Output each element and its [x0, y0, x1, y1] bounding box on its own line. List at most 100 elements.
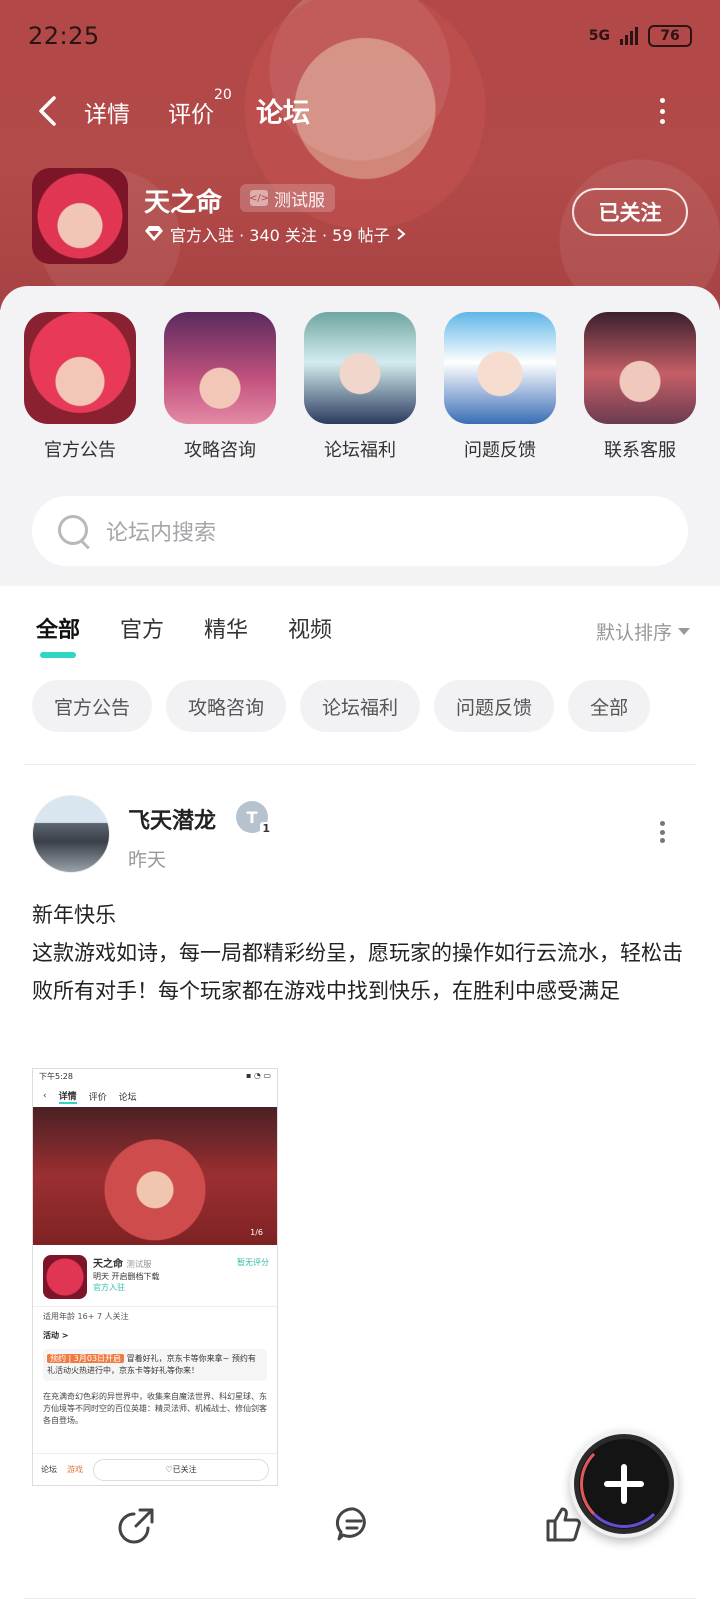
image-event-tag: 预约 | 3月03日开启 [47, 1354, 125, 1363]
shortcut-label: 官方公告 [44, 440, 116, 461]
shortcut-label: 攻略咨询 [184, 440, 256, 461]
create-post-fab[interactable] [570, 1430, 678, 1538]
forum-search-bar[interactable]: 论坛内搜索 [32, 496, 688, 566]
image-rate: 暂无评分 [237, 1258, 269, 1267]
shortcut-feedback[interactable]: 问题反馈 [444, 312, 556, 462]
test-server-label: 测试服 [274, 190, 325, 211]
image-tab: 详情 [58, 1089, 77, 1104]
image-foot-forum: 论坛 [41, 1465, 57, 1474]
user-level-badge: T1 [236, 801, 272, 835]
game-name: 天之命 [144, 188, 223, 218]
image-event-header: 活动 > [43, 1331, 69, 1340]
shortcut-support[interactable]: 联系客服 [584, 312, 696, 462]
reviews-count-badge: 20 [214, 87, 232, 103]
status-bar: 22:25 5G 76 [28, 18, 692, 54]
sort-label: 默认排序 [595, 622, 672, 644]
tab-reviews[interactable]: 评价 20 [168, 87, 232, 129]
tab-reviews-label: 评价 [168, 102, 214, 128]
more-vertical-icon[interactable] [658, 98, 666, 124]
image-game-sub: 明天 开启删档下载 官方入驻 [93, 1272, 160, 1292]
image-game-icon [43, 1255, 87, 1299]
shortcut-image [304, 312, 416, 424]
image-tab: 评价 [88, 1092, 107, 1103]
post-header: 飞天潜龙 T1 昨天 [32, 795, 688, 875]
divider [24, 764, 696, 765]
image-foot-game: 游戏 [67, 1465, 83, 1474]
shortcut-announcements[interactable]: 官方公告 [24, 312, 136, 462]
shortcut-image [444, 312, 556, 424]
shortcut-guides[interactable]: 攻略咨询 [164, 312, 276, 462]
tab-details[interactable]: 详情 [84, 95, 130, 129]
game-meta[interactable]: 官方入驻 · 340 关注 · 59 帖子 [144, 222, 406, 246]
shortcut-image [24, 312, 136, 424]
image-banner: 1/6 [33, 1107, 277, 1245]
network-label: 5G [588, 28, 610, 44]
tab-forum[interactable]: 论坛 [252, 91, 314, 130]
game-info: 天之命 </> 测试服 官方入驻 · 340 关注 · 59 帖子 已关注 [32, 168, 688, 268]
post-username[interactable]: 飞天潜龙 [128, 803, 216, 835]
image-tab: 论坛 [118, 1092, 137, 1103]
image-game-info: 天之命 测试服 明天 开启删档下载 官方入驻 暂无评分 [33, 1245, 277, 1307]
back-arrow-icon[interactable] [34, 94, 64, 128]
battery-icon: 76 [648, 25, 692, 47]
chip-benefits[interactable]: 论坛福利 [300, 680, 421, 732]
filter-tab-featured[interactable]: 精华 [204, 612, 248, 652]
chip-announcements[interactable]: 官方公告 [32, 680, 153, 732]
post-more-icon[interactable] [660, 821, 666, 843]
search-icon [56, 513, 92, 549]
image-event: 预约 | 3月03日开启 冒着好礼，京东卡等你来拿~ 预约有礼活动火热进行中，京… [43, 1349, 267, 1381]
post-image[interactable]: 下午5:28 ▪ ◔ ▭ ‹ 详情 评价 论坛 1/6 天之命 测试服 明天 开… [32, 1068, 278, 1486]
category-chips: 官方公告 攻略咨询 论坛福利 问题反馈 全部 [32, 680, 651, 732]
game-stats: 官方入驻 · 340 关注 · 59 帖子 [170, 226, 390, 245]
image-desc: 在充满奇幻色彩的异世界中，收集来自魔法世界、科幻星球、东方仙境等不同时空的百位英… [43, 1392, 267, 1425]
avatar[interactable] [32, 795, 110, 873]
sort-dropdown[interactable]: 默认排序 [596, 618, 690, 645]
search-input[interactable]: 论坛内搜索 [106, 515, 216, 547]
follow-button[interactable]: 已关注 [572, 188, 688, 236]
shortcut-image [164, 312, 276, 424]
image-follow: ♡ 已关注 [93, 1458, 269, 1481]
chip-all[interactable]: 全部 [568, 680, 651, 732]
image-status-icons: ▪ ◔ ▭ [245, 1071, 271, 1080]
shortcut-label: 联系客服 [604, 440, 676, 461]
shortcut-benefits[interactable]: 论坛福利 [304, 312, 416, 462]
chevron-right-icon [396, 228, 406, 240]
post-time: 昨天 [128, 849, 167, 871]
image-game-name: 天之命 测试服 [93, 1259, 152, 1270]
forum-shortcuts: 官方公告 攻略咨询 论坛福利 问题反馈 联系客服 [0, 312, 720, 462]
chip-guides[interactable]: 攻略咨询 [166, 680, 287, 732]
share-icon[interactable] [118, 1504, 158, 1544]
game-header-banner: 22:25 5G 76 详情 评价 20 论坛 天之命 </> 测试服 官方入驻… [0, 0, 720, 310]
chip-feedback[interactable]: 问题反馈 [434, 680, 555, 732]
code-tag-icon: </> [249, 190, 269, 206]
comment-icon[interactable] [334, 1504, 374, 1544]
filter-tab-all[interactable]: 全部 [36, 612, 80, 658]
signal-icon [620, 27, 638, 45]
image-status-time: 下午5:28 [39, 1072, 73, 1081]
game-icon[interactable] [32, 168, 128, 264]
caret-down-icon [678, 628, 690, 635]
post-content[interactable]: 新年快乐 这款游戏如诗，每一局都精彩纷呈，愿玩家的操作如行云流水，轻松击败所有对… [32, 896, 688, 1010]
status-indicators: 5G 76 [589, 25, 692, 47]
status-time: 22:25 [28, 22, 100, 50]
filter-tabs: 全部 官方 精华 视频 [36, 612, 332, 658]
top-nav: 详情 评价 20 论坛 [0, 87, 720, 134]
post-text: 这款游戏如诗，每一局都精彩纷呈，愿玩家的操作如行云流水，轻松击败所有对手！每个玩… [32, 941, 683, 1003]
filter-tab-video[interactable]: 视频 [288, 612, 332, 652]
divider [24, 1598, 696, 1599]
shortcut-image [584, 312, 696, 424]
shortcut-label: 论坛福利 [324, 440, 396, 461]
plus-icon [604, 1481, 644, 1487]
image-footer: 论坛 游戏 ♡ 已关注 [33, 1453, 277, 1485]
image-counter: 1/6 [250, 1228, 263, 1237]
image-back-icon: ‹ [43, 1091, 47, 1101]
diamond-verified-icon [145, 226, 163, 241]
image-status-bar: 下午5:28 ▪ ◔ ▭ [33, 1069, 277, 1085]
image-nav: ‹ 详情 评价 论坛 [33, 1085, 277, 1107]
user-level-number: 1 [260, 822, 272, 835]
post-title: 新年快乐 [32, 903, 116, 927]
filter-tab-official[interactable]: 官方 [120, 612, 164, 652]
shortcut-label: 问题反馈 [464, 440, 536, 461]
test-server-badge: </> 测试服 [240, 184, 335, 212]
image-stats: 适用年龄 16+ 7 人关注 [43, 1312, 129, 1321]
